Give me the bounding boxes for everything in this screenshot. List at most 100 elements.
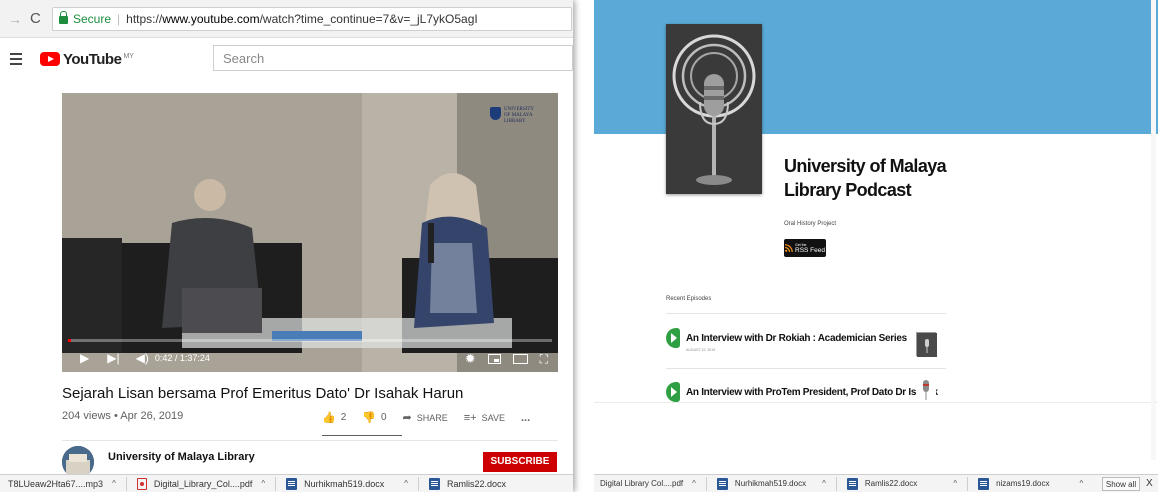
microphone-thumb-icon — [917, 333, 937, 357]
podcast-cover-art[interactable] — [666, 24, 762, 194]
download-item[interactable]: T8LUeaw2Hta67....mp3 ^ — [8, 479, 116, 489]
rss-icon — [785, 244, 793, 252]
share-label: SHARE — [416, 412, 448, 423]
playlist-add-icon: ≡+ — [463, 411, 477, 424]
download-item[interactable]: Ramlis22.docx — [428, 477, 506, 490]
word-file-icon — [286, 477, 298, 490]
vertical-scrollbar[interactable] — [1151, 0, 1156, 460]
region-code: MY — [123, 52, 134, 60]
download-filename: Ramlis22.docx — [864, 479, 918, 488]
save-label: SAVE — [481, 412, 505, 423]
like-button[interactable]: 👍 2 — [322, 411, 346, 424]
episode-row[interactable]: An Interview with Dr Rokiah : Academicia… — [666, 328, 907, 348]
chevron-up-icon[interactable]: ^ — [953, 479, 957, 488]
chevron-up-icon[interactable]: ^ — [112, 479, 116, 488]
url-text: https://www.youtube.com/watch?time_conti… — [126, 12, 478, 26]
fullscreen-icon[interactable]: ⛶ — [540, 352, 548, 367]
thumbs-up-icon: 👍 — [322, 412, 336, 424]
episode-thumbnail[interactable] — [916, 378, 936, 402]
download-filename: Ramlis22.docx — [446, 478, 506, 489]
download-filename: Nurhikmah519.docx — [734, 479, 807, 488]
download-item[interactable]: Nurhikmah519.docx ^ — [286, 477, 408, 490]
episode-play-icon[interactable] — [666, 328, 680, 348]
chevron-up-icon[interactable]: ^ — [1079, 479, 1083, 488]
microphone-thumb-icon — [923, 380, 929, 400]
subscribe-button[interactable]: SUBSCRIBE — [483, 452, 557, 472]
rss-label: RSS Feed — [795, 247, 825, 254]
divider — [705, 476, 707, 491]
dislike-button[interactable]: 👎 0 — [362, 411, 386, 424]
youtube-browser-window: → C Secure | https://www.youtube.com/wat… — [0, 0, 573, 492]
pdf-file-icon — [136, 477, 147, 490]
save-button[interactable]: ≡+ SAVE — [464, 412, 505, 424]
episode-title[interactable]: An Interview with ProTem President, Prof… — [686, 387, 938, 398]
right-download-bar: Digital Library Col....pdf ^ Nurhikmah51… — [594, 474, 1158, 492]
download-item[interactable]: Digital_Library_Col....pdf ^ — [136, 477, 265, 490]
youtube-play-icon — [40, 52, 60, 66]
forward-arrow-icon[interactable]: → — [8, 11, 22, 27]
close-icon[interactable]: X — [1146, 478, 1153, 489]
youtube-wordmark: YouTube — [63, 50, 122, 68]
university-watermark: UNIVERSITY OF MALAYA LIBRARY — [490, 107, 550, 125]
chevron-up-icon[interactable]: ^ — [404, 479, 408, 488]
watermark-line3: LIBRARY — [504, 119, 526, 124]
download-filename: nizams19.docx — [996, 479, 1050, 488]
microphone-icon — [666, 24, 762, 194]
lock-icon — [59, 11, 68, 24]
video-title: Sejarah Lisan bersama Prof Emeritus Dato… — [62, 385, 464, 402]
divider — [967, 476, 969, 491]
search-input[interactable]: Search — [213, 45, 573, 71]
play-icon[interactable]: ▶ — [80, 351, 89, 365]
chevron-up-icon[interactable]: ^ — [692, 479, 696, 488]
volume-icon[interactable]: ◀) — [136, 351, 149, 365]
episode-play-icon[interactable] — [666, 382, 680, 402]
episode-thumbnail[interactable] — [916, 332, 937, 357]
word-file-icon — [978, 477, 990, 490]
menu-icon[interactable] — [10, 53, 22, 65]
divider — [835, 476, 837, 491]
youtube-logo[interactable]: YouTube MY — [40, 51, 134, 68]
settings-gear-icon[interactable]: ✹ — [465, 351, 476, 367]
video-time: 0:42 / 1:37:24 — [154, 353, 210, 363]
video-frame-illustration — [62, 93, 558, 372]
divider — [125, 476, 127, 491]
video-progress-bar[interactable] — [68, 339, 552, 342]
video-meta: 204 views • Apr 26, 2019 — [62, 410, 184, 422]
more-actions-button[interactable]: ... — [521, 412, 530, 424]
channel-name[interactable]: University of Malaya Library — [108, 451, 255, 463]
thumbs-down-icon: 👎 — [362, 412, 376, 424]
theater-mode-icon[interactable] — [512, 354, 528, 364]
download-filename: Digital Library Col....pdf — [600, 479, 684, 488]
episode-title[interactable]: An Interview with Dr Rokiah : Academicia… — [686, 333, 907, 344]
download-item[interactable]: Digital Library Col....pdf ^ — [600, 479, 696, 488]
miniplayer-icon[interactable] — [487, 354, 501, 364]
video-actions: 👍 2 👎 0 ➦ SHARE ≡+ SAVE ... — [322, 411, 530, 425]
video-progress-fill — [68, 339, 72, 342]
video-player[interactable]: UNIVERSITY OF MALAYA LIBRARY ▶ ▶| ◀) 0:4… — [62, 93, 558, 372]
divider — [666, 368, 946, 369]
player-controls: ▶ ▶| ◀) 0:42 / 1:37:24 ✹ ⛶ — [62, 344, 558, 372]
podcast-subtitle: Oral History Project — [784, 221, 837, 227]
share-button[interactable]: ➦ SHARE — [403, 411, 448, 424]
chevron-up-icon[interactable]: ^ — [822, 479, 826, 488]
divider — [594, 402, 1158, 403]
secure-label: Secure — [73, 11, 112, 26]
dislike-count: 0 — [380, 412, 387, 423]
download-item[interactable]: nizams19.docx ^ — [978, 477, 1083, 490]
chevron-up-icon[interactable]: ^ — [261, 479, 265, 488]
crest-icon — [490, 107, 501, 120]
download-item[interactable]: Nurhikmah519.docx ^ — [716, 477, 826, 490]
url-omnibox[interactable]: Secure | https://www.youtube.com/watch?t… — [52, 6, 572, 31]
player-right-controls: ✹ ⛶ — [465, 351, 548, 367]
word-file-icon — [846, 477, 858, 490]
download-filename: T8LUeaw2Hta67....mp3 — [8, 478, 104, 489]
download-filename: Nurhikmah519.docx — [304, 478, 385, 489]
download-item[interactable]: Ramlis22.docx ^ — [846, 477, 957, 490]
episode-row[interactable]: An Interview with ProTem President, Prof… — [666, 382, 938, 402]
next-icon[interactable]: ▶| — [107, 351, 119, 365]
rss-feed-button[interactable]: Get the RSS Feed — [784, 239, 826, 257]
reload-icon[interactable]: C — [30, 10, 46, 27]
divider — [275, 476, 277, 491]
show-all-button[interactable]: Show all — [1102, 477, 1140, 491]
youtube-header: YouTube MY Search — [0, 40, 573, 78]
